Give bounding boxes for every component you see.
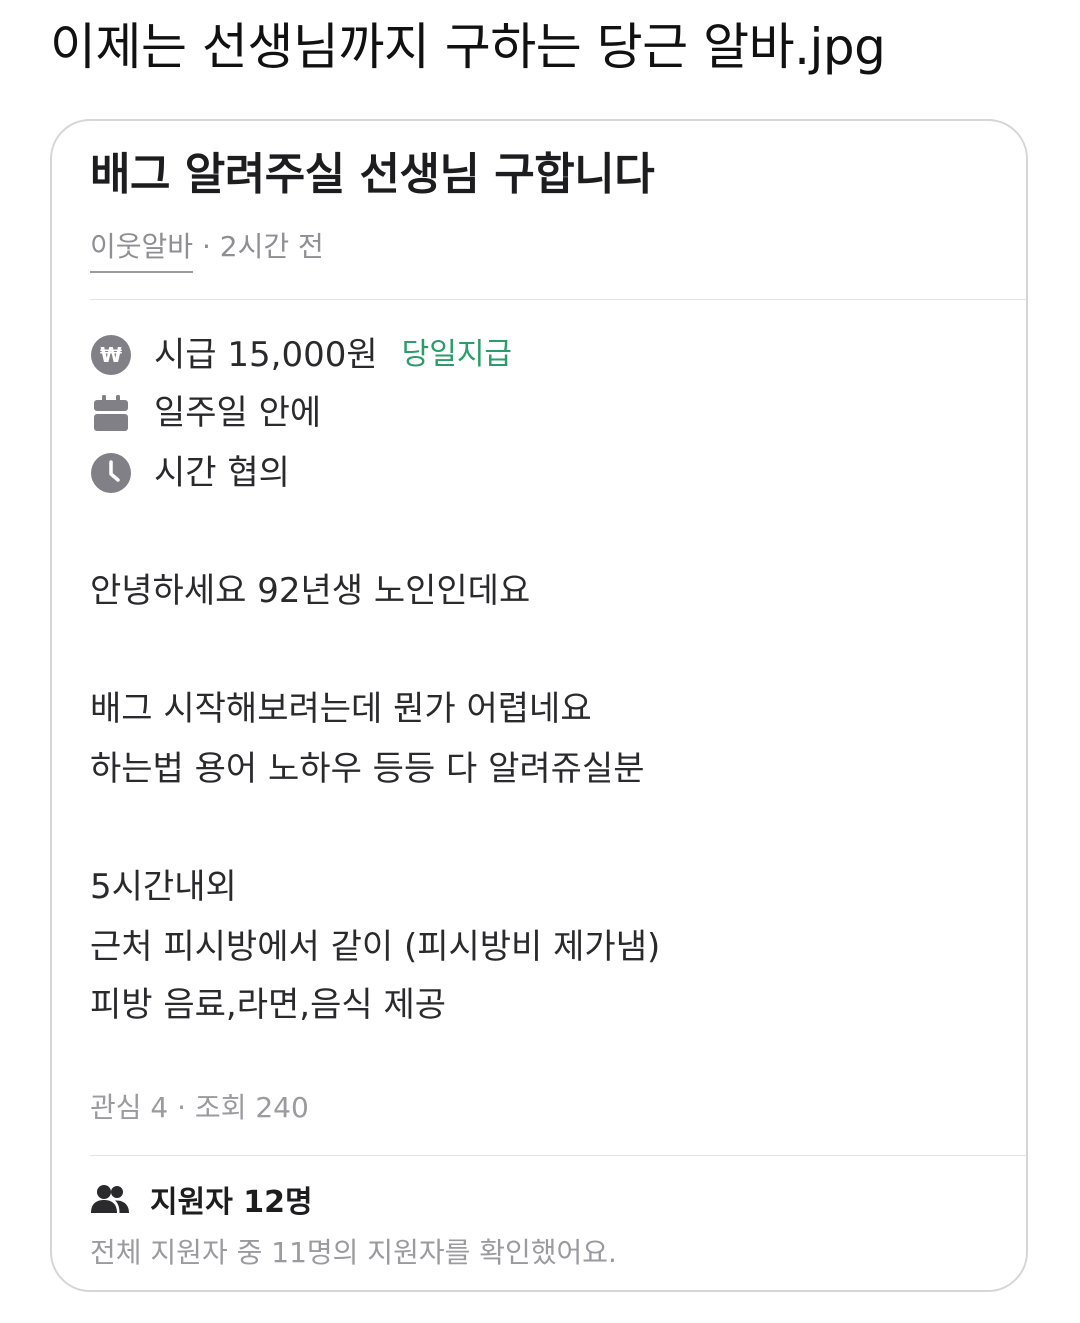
info-time: 시간 협의 (90, 449, 290, 497)
body-line: 하는법 용어 노하우 등등 다 알려쥬실분 (90, 749, 645, 789)
won-icon: ₩ (90, 334, 132, 376)
job-title: 배그 알려주실 선생님 구합니다 (90, 149, 655, 200)
clock-icon (90, 452, 132, 494)
posted-time: · 2시간 전 (201, 230, 324, 263)
divider (90, 299, 1026, 300)
body-line: 안녕하세요 92년생 노인인데요 (90, 571, 531, 611)
info-pay: ₩ 시급 15,000원 당일지급 (90, 331, 512, 379)
people-icon (90, 1182, 132, 1216)
job-meta: 이웃알바 · 2시간 전 (90, 227, 324, 273)
applicants-note: 전체 지원자 중 11명의 지원자를 확인했어요. (90, 1236, 617, 1269)
applicants-count: 지원자 12명 (150, 1185, 313, 1220)
calendar-icon (90, 392, 132, 434)
pay-text: 시급 15,000원 (154, 335, 378, 375)
body-line: 배그 시작해보려는데 뭔가 어렵네요 (90, 689, 592, 729)
poster-link[interactable]: 이웃알바 (90, 227, 194, 273)
post-title: 이제는 선생님까지 구하는 당근 알바.jpg (50, 18, 886, 76)
svg-text:₩: ₩ (100, 343, 122, 367)
job-card[interactable]: 배그 알려주실 선생님 구합니다 이웃알바 · 2시간 전 ₩ 시급 15,00… (50, 119, 1028, 1292)
time-text: 시간 협의 (154, 453, 290, 493)
info-schedule: 일주일 안에 (90, 389, 321, 437)
divider (90, 1155, 1026, 1156)
body-line: 5시간내외 (90, 867, 237, 907)
body-line: 피방 음료,라면,음식 제공 (90, 985, 447, 1025)
applicants-header[interactable]: 지원자 12명 (90, 1177, 313, 1221)
pay-tag: 당일지급 (401, 337, 513, 372)
schedule-text: 일주일 안에 (154, 393, 322, 433)
job-stats: 관심 4 · 조회 240 (90, 1091, 309, 1124)
body-line: 근처 피시방에서 같이 (피시방비 제가냄) (90, 927, 661, 967)
